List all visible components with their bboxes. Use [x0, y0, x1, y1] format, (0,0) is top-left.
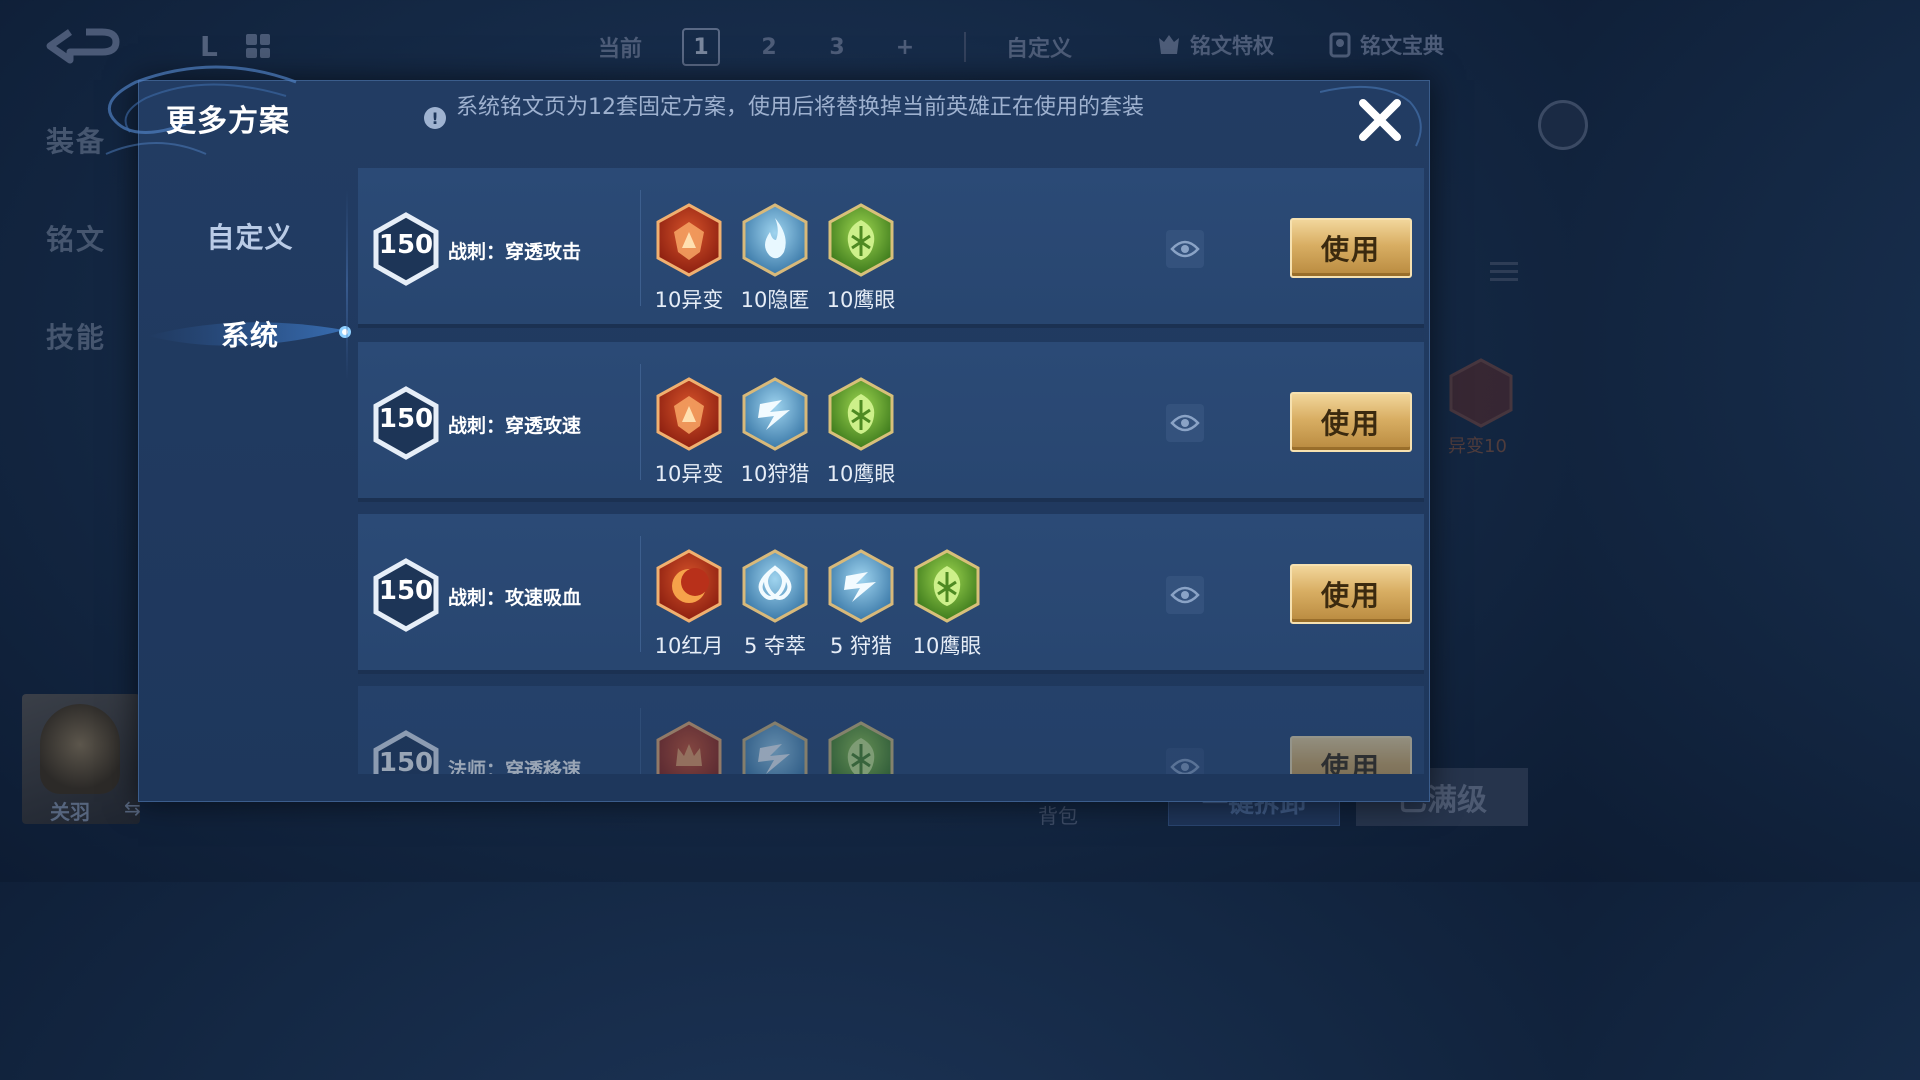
rune-label: 10异变: [654, 288, 724, 312]
menu-icon[interactable]: [1490, 262, 1518, 286]
hero-name: 关羽: [50, 800, 90, 824]
close-button[interactable]: [1352, 92, 1408, 148]
tab-custom[interactable]: 自定义: [1006, 31, 1072, 63]
preview-eye-icon[interactable]: [1166, 404, 1204, 442]
plan-level: 150: [378, 748, 434, 774]
use-plan-button[interactable]: 使用: [1290, 392, 1412, 452]
preview-eye-icon[interactable]: [1166, 748, 1204, 774]
settings-circle-icon[interactable]: [1538, 100, 1588, 150]
plan-level: 150: [378, 230, 434, 260]
plan-row[interactable]: 150 法师：穿透移速 使用: [358, 686, 1424, 774]
rune-item[interactable]: [824, 720, 898, 774]
rune-item[interactable]: 5 狩猎: [824, 548, 898, 660]
right-badge-label: 异变10: [1448, 436, 1507, 457]
preview-eye-icon[interactable]: [1166, 576, 1204, 614]
rune-label: 10红月: [654, 634, 724, 658]
row-divider: [640, 536, 641, 652]
rune-item[interactable]: 10鹰眼: [910, 548, 984, 660]
blue-knot-rune-icon: [738, 548, 812, 624]
rune-label: 5 夺萃: [743, 634, 807, 658]
grid-icon[interactable]: [246, 34, 270, 58]
rune-label: 10狩猎: [740, 462, 810, 486]
rune-label: 10隐匿: [740, 288, 810, 312]
rune-label: 10鹰眼: [826, 288, 896, 312]
red-shield-rune-icon: [652, 376, 726, 452]
rune-privilege-button[interactable]: 铭文特权: [1156, 30, 1274, 60]
rune-item[interactable]: [652, 720, 726, 774]
tab-page-2[interactable]: 2: [750, 28, 788, 66]
plan-name: 战刺：穿透攻击: [448, 241, 582, 263]
rune-label: 10异变: [654, 462, 724, 486]
book-icon: [1329, 32, 1351, 58]
green-leaf-rune-icon: [824, 202, 898, 278]
rune-codex-button[interactable]: 铭文宝典: [1328, 30, 1444, 60]
rune-item[interactable]: 5 夺萃: [738, 548, 812, 660]
tab-page-1[interactable]: 1: [682, 28, 721, 66]
plan-level: 150: [378, 576, 434, 606]
plan-list[interactable]: 150 战刺：穿透攻击 10异变 10隐匿 10鹰眼 使用 150 战刺：穿透攻速 10异变 10…: [358, 168, 1424, 774]
plan-row[interactable]: 150 战刺：攻速吸血 10红月 5 夺萃 5 狩猎 10鹰眼 使用: [358, 514, 1424, 674]
tab-system-plans[interactable]: 系统: [160, 314, 340, 354]
plan-level: 150: [378, 404, 434, 434]
preview-eye-icon[interactable]: [1166, 230, 1204, 268]
tab-divider: [964, 32, 967, 62]
rune-label: 10鹰眼: [912, 634, 982, 658]
rune-privilege-label: 铭文特权: [1190, 34, 1274, 58]
rune-page-tabs: 当前 1 2 3 + 自定义: [598, 26, 1112, 68]
blue-flame-rune-icon: [738, 202, 812, 278]
bag-label[interactable]: 背包: [1038, 800, 1078, 829]
plan-row[interactable]: 150 战刺：穿透攻速 10异变 10狩猎 10鹰眼 使用: [358, 342, 1424, 502]
rune-item[interactable]: 10鹰眼: [824, 376, 898, 488]
blue-lightning-rune-icon: [824, 548, 898, 624]
tab-divider: [346, 190, 348, 380]
green-leaf-rune-icon: [824, 720, 898, 774]
rune-codex-label: 铭文宝典: [1360, 34, 1444, 58]
rune-label: 5 狩猎: [829, 634, 893, 658]
blue-lightning-rune-icon: [738, 720, 812, 774]
mutation-rune-icon: [1449, 358, 1513, 428]
add-page-button[interactable]: +: [886, 28, 924, 66]
close-icon: [1359, 99, 1401, 141]
crown-shield-icon: [1159, 35, 1179, 54]
info-icon: !: [424, 107, 446, 129]
blue-lightning-rune-icon: [738, 376, 812, 452]
row-divider: [640, 364, 641, 480]
notice-text: 系统铭文页为12套固定方案，使用后将替换掉当前英雄正在使用的套装: [456, 95, 1144, 120]
use-plan-button[interactable]: 使用: [1290, 218, 1412, 278]
side-nav-rune[interactable]: 铭文: [46, 218, 106, 258]
tab-custom-plans[interactable]: 自定义: [160, 216, 340, 256]
green-leaf-rune-icon: [824, 376, 898, 452]
layout-l-button[interactable]: L: [200, 30, 218, 63]
row-divider: [640, 708, 641, 774]
rune-item[interactable]: 10异变: [652, 376, 726, 488]
red-shield-rune-icon: [652, 202, 726, 278]
rune-item[interactable]: 10红月: [652, 548, 726, 660]
rune-item[interactable]: [738, 720, 812, 774]
red-moon-rune-icon: [652, 548, 726, 624]
rune-item[interactable]: 10隐匿: [738, 202, 812, 314]
rune-label: 10鹰眼: [826, 462, 896, 486]
plan-name: 战刺：穿透攻速: [448, 415, 582, 437]
use-plan-button[interactable]: 使用: [1290, 564, 1412, 624]
plan-name: 战刺：攻速吸血: [448, 587, 582, 609]
use-plan-button[interactable]: 使用: [1290, 736, 1412, 774]
red-crown-rune-icon: [652, 720, 726, 774]
row-divider: [640, 190, 641, 306]
side-nav-skill[interactable]: 技能: [46, 316, 106, 356]
plan-row[interactable]: 150 战刺：穿透攻击 10异变 10隐匿 10鹰眼 使用: [358, 168, 1424, 328]
green-leaf-rune-icon: [910, 548, 984, 624]
modal-title: 更多方案: [166, 104, 290, 139]
rune-item[interactable]: 10狩猎: [738, 376, 812, 488]
tab-current-label: 当前: [598, 37, 643, 62]
plan-name: 法师：穿透移速: [448, 759, 582, 774]
rune-item[interactable]: 10异变: [652, 202, 726, 314]
tab-page-3[interactable]: 3: [818, 28, 856, 66]
rune-item[interactable]: 10鹰眼: [824, 202, 898, 314]
